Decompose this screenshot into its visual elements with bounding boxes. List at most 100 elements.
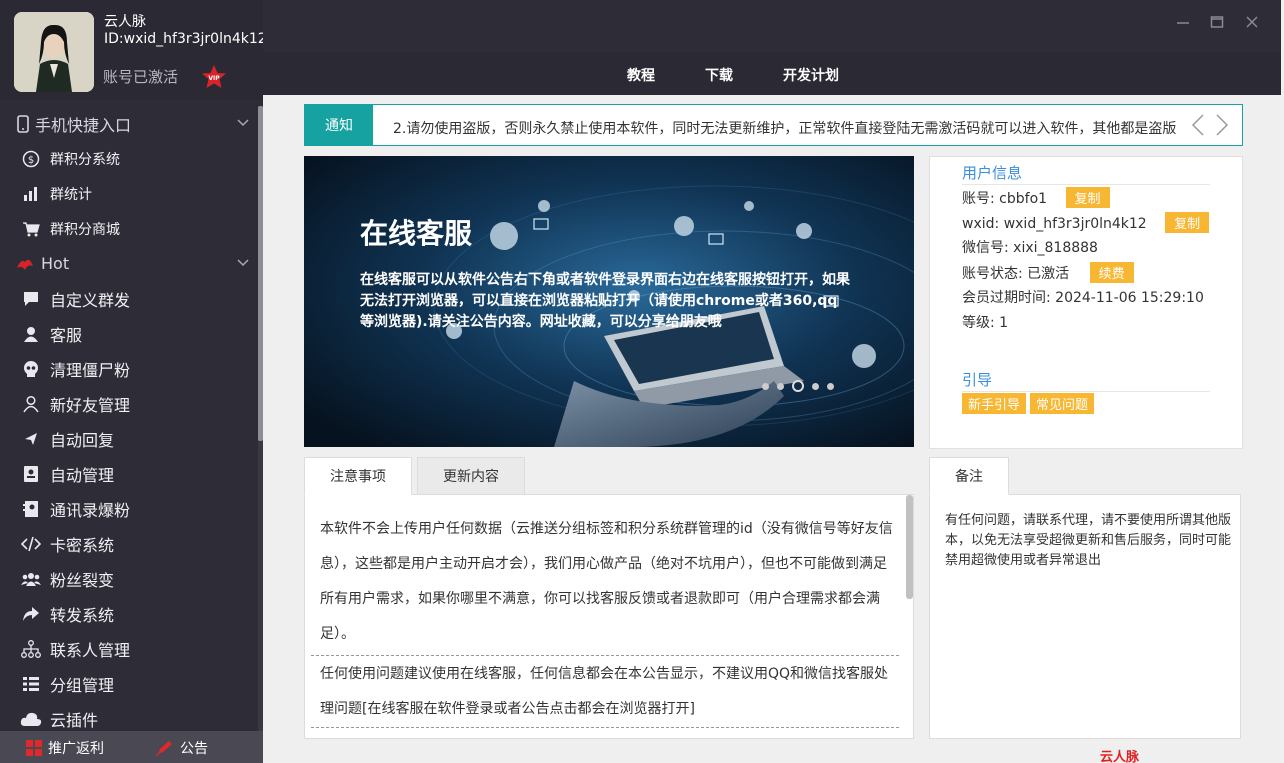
menu-group-hot[interactable]: Hot	[0, 246, 258, 281]
menu-group-label: Hot	[41, 254, 70, 273]
nav-download[interactable]: 下载	[705, 65, 733, 85]
notes-scrollbar-thumb[interactable]	[906, 495, 913, 599]
nav-dev-plan[interactable]: 开发计划	[783, 65, 839, 85]
forward-icon	[20, 603, 42, 625]
sidebar-item-auto-manage[interactable]: 自动管理	[0, 456, 258, 491]
guide-buttons: 新手引导 常见问题	[962, 393, 1095, 414]
state-label: 账号状态:	[962, 266, 1028, 282]
skull-icon	[20, 358, 42, 380]
faq-button[interactable]: 常见问题	[1030, 393, 1095, 414]
copy-wxid-button[interactable]: 复制	[1165, 212, 1210, 233]
account-value: cbbfo1	[999, 191, 1048, 207]
divider	[311, 655, 899, 656]
sidebar-item-group-manage[interactable]: 分组管理	[0, 666, 258, 701]
notes-tabs: 注意事项 更新内容 本软件不会上传用户任何数据（云推送分组标签和积分系统群管理的…	[304, 457, 914, 739]
profile-panel: 云人脉 ID:wxid_hf3r3jr0ln4k12 账号已激活 VIP	[0, 0, 267, 100]
announcement-button[interactable]: 公告	[156, 738, 208, 758]
account-label: 账号:	[962, 191, 1000, 207]
vip-badge-icon: VIP	[201, 64, 227, 90]
contact-card-icon	[20, 463, 42, 485]
banner-title: 在线客服	[360, 217, 473, 250]
sidebar-menu: 手机快捷入口 $ 群积分系统 群统计 群积分商城 Hot 自定义群发 客服 清理…	[0, 106, 258, 736]
sidebar-item-label: 自定义群发	[50, 290, 131, 310]
pen-icon	[156, 740, 174, 756]
carousel-dot[interactable]	[827, 382, 834, 390]
maximize-icon[interactable]	[1207, 12, 1227, 32]
sidebar-item-label: 自动回复	[50, 430, 115, 450]
promo-button[interactable]: 推广返利	[26, 738, 104, 758]
sidebar-bottom-bar: 推广返利 公告	[0, 731, 263, 763]
remark-text: 有任何问题，请联系代理，请不要使用所谓其他版本，以免无法享受超微更新和售后服务，…	[945, 513, 1232, 568]
banner-carousel[interactable]: 在线客服 在线客服可以从软件公告右下角或者软件登录界面右边在线客服按钮打开，如果…	[304, 156, 914, 447]
menu-group-label: 手机快捷入口	[35, 115, 132, 135]
level-row: 等级: 1	[962, 312, 1008, 332]
account-row: 账号: cbbfo1 复制	[962, 187, 1110, 208]
tab-updates[interactable]: 更新内容	[417, 457, 525, 495]
account-status: 账号已激活	[103, 68, 179, 86]
nav-tutorial[interactable]: 教程	[627, 65, 655, 85]
title-bar	[263, 0, 1284, 52]
sidebar-item-group-stats[interactable]: 群统计	[0, 176, 258, 211]
sidebar-item-custom-broadcast[interactable]: 自定义群发	[0, 281, 258, 316]
wxid-value: wxid_hf3r3jr0ln4k12	[1003, 216, 1147, 232]
notes-content: 本软件不会上传用户任何数据（云推送分组标签和积分系统群管理的id（没有微信号等好…	[304, 494, 914, 739]
tab-remark[interactable]: 备注	[929, 457, 1009, 495]
level-label: 等级:	[962, 315, 1000, 331]
minimize-icon[interactable]	[1173, 12, 1193, 32]
sitemap-icon	[20, 638, 42, 660]
wechat-label: 微信号:	[962, 240, 1014, 256]
avatar[interactable]	[14, 12, 94, 92]
sidebar-item-contacts-boost[interactable]: 通讯录爆粉	[0, 491, 258, 526]
beginner-guide-button[interactable]: 新手引导	[962, 393, 1027, 414]
user-id: ID:wxid_hf3r3jr0ln4k12	[104, 31, 267, 47]
sidebar-item-auto-reply[interactable]: 自动回复	[0, 421, 258, 456]
carousel-dot[interactable]	[812, 382, 819, 390]
renew-button[interactable]: 续费	[1089, 262, 1134, 283]
sidebar-item-customer-service[interactable]: 客服	[0, 316, 258, 351]
wxid-row: wxid: wxid_hf3r3jr0ln4k12 复制	[962, 212, 1210, 233]
sidebar-item-label: 分组管理	[50, 675, 115, 695]
code-icon	[20, 533, 42, 555]
sidebar-item-new-friends[interactable]: 新好友管理	[0, 386, 258, 421]
chevron-left-icon[interactable]	[1191, 114, 1204, 140]
chevron-down-icon	[236, 115, 250, 134]
menu-group-phone[interactable]: 手机快捷入口	[0, 106, 258, 141]
grid-icon	[26, 740, 42, 756]
sidebar-item-label: 卡密系统	[50, 535, 115, 555]
sidebar-item-points-mall[interactable]: 群积分商城	[0, 211, 258, 246]
sidebar: 云人脉 ID:wxid_hf3r3jr0ln4k12 账号已激活 VIP 手机快…	[0, 0, 267, 763]
carousel-dot-active[interactable]	[792, 380, 804, 392]
bar-chart-icon	[20, 183, 42, 205]
banner-description: 在线客服可以从软件公告右下角或者软件登录界面右边在线客服按钮打开，如果无法打开浏…	[360, 272, 850, 330]
tab-notes[interactable]: 注意事项	[304, 457, 412, 495]
sidebar-item-forward[interactable]: 转发系统	[0, 596, 258, 631]
sidebar-item-clean-zombie[interactable]: 清理僵尸粉	[0, 351, 258, 386]
copy-account-button[interactable]: 复制	[1065, 187, 1110, 208]
wechat-row: 微信号: xixi_818888	[962, 237, 1098, 257]
sidebar-item-contact-manage[interactable]: 联系人管理	[0, 631, 258, 666]
sidebar-item-fan-fission[interactable]: 粉丝裂变	[0, 561, 258, 596]
sidebar-item-label: 群积分系统	[50, 151, 120, 168]
cloud-icon	[20, 708, 42, 730]
sidebar-item-label: 群积分商城	[50, 221, 120, 238]
notice-arrows	[1191, 114, 1229, 140]
carousel-dot[interactable]	[777, 382, 784, 390]
list-icon	[20, 673, 42, 695]
person-icon	[20, 393, 42, 415]
carousel-dot[interactable]	[762, 382, 769, 390]
vip-label: VIP	[208, 75, 220, 82]
coin-icon: $	[20, 148, 42, 170]
close-icon[interactable]	[1242, 12, 1262, 32]
sidebar-item-card-key[interactable]: 卡密系统	[0, 526, 258, 561]
chat-icon	[20, 288, 42, 310]
sidebar-item-points-system[interactable]: $ 群积分系统	[0, 141, 258, 176]
remark-tabs: 备注 有任何问题，请联系代理，请不要使用所谓其他版本，以免无法享受超微更新和售后…	[929, 457, 1241, 739]
promo-label: 推广返利	[48, 741, 104, 757]
sidebar-item-label: 云插件	[50, 710, 99, 730]
sidebar-scrollbar-thumb[interactable]	[258, 106, 263, 441]
sidebar-item-label: 联系人管理	[50, 640, 131, 660]
user-info-panel: 用户信息 账号: cbbfo1 复制 wxid: wxid_hf3r3jr0ln…	[929, 156, 1243, 449]
chevron-right-icon[interactable]	[1216, 114, 1229, 140]
notes-paragraph-1: 本软件不会上传用户任何数据（云推送分组标签和积分系统群管理的id（没有微信号等好…	[320, 521, 893, 642]
state-value: 已激活	[1027, 266, 1070, 282]
